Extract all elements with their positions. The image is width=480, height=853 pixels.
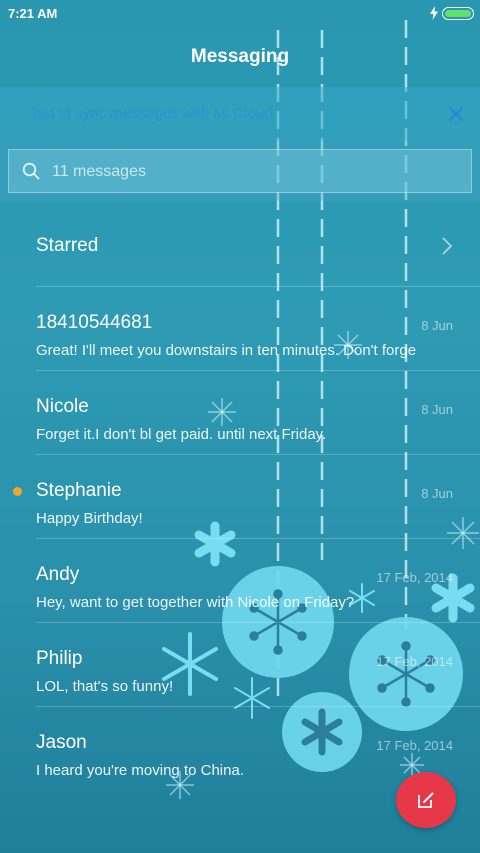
status-bar: 7:21 AM (0, 0, 480, 26)
conversation-item[interactable]: Nicole 8 Jun Forget it.I don't bl get pa… (0, 370, 480, 454)
page-title: Messaging (190, 46, 290, 67)
message-preview: Great! I'll meet you downstairs in ten m… (36, 342, 417, 359)
message-preview: LOL, that's so funny! (36, 678, 174, 695)
message-date: 17 Feb, 2014 (376, 738, 453, 753)
battery-icon (442, 7, 474, 20)
sync-banner-text[interactable]: Tap to sync messages with Mi Cloud (30, 105, 273, 122)
message-preview: I heard you're moving to China. (36, 762, 244, 779)
message-date: 8 Jun (421, 486, 453, 501)
search-input[interactable] (52, 161, 452, 183)
contact-name: Nicole (36, 396, 89, 417)
search-icon (22, 162, 40, 180)
starred-row[interactable]: Starred (0, 210, 480, 282)
conversation-item[interactable]: Philip 17 Feb, 2014 LOL, that's so funny… (0, 622, 480, 706)
compose-button[interactable] (396, 772, 456, 828)
message-date: 17 Feb, 2014 (376, 570, 453, 585)
contact-name: Stephanie (36, 480, 122, 501)
bolt-icon (430, 6, 438, 20)
conversation-item[interactable]: Andy 17 Feb, 2014 Hey, want to get toget… (0, 538, 480, 622)
starred-label: Starred (36, 235, 99, 256)
contact-name: Jason (36, 732, 87, 753)
conversation-item[interactable]: 18410544681 8 Jun Great! I'll meet you d… (0, 286, 480, 370)
message-date: 17 Feb, 2014 (376, 654, 453, 669)
unread-indicator (13, 487, 22, 496)
message-date: 8 Jun (421, 318, 453, 333)
conversation-item[interactable]: Stephanie 8 Jun Happy Birthday! (0, 454, 480, 538)
message-date: 8 Jun (421, 402, 453, 417)
message-preview: Hey, want to get together with Nicole on… (36, 594, 355, 611)
close-icon[interactable] (446, 104, 466, 124)
contact-name: 18410544681 (36, 312, 153, 333)
chevron-right-icon (442, 237, 453, 255)
compose-icon (418, 792, 434, 808)
contact-name: Philip (36, 648, 83, 669)
message-preview: Forget it.I don't bl get paid. until nex… (36, 426, 327, 443)
contact-name: Andy (36, 564, 80, 585)
sync-banner[interactable]: Tap to sync messages with Mi Cloud (0, 87, 480, 141)
message-preview: Happy Birthday! (36, 510, 143, 527)
status-time: 7:21 AM (8, 6, 58, 21)
